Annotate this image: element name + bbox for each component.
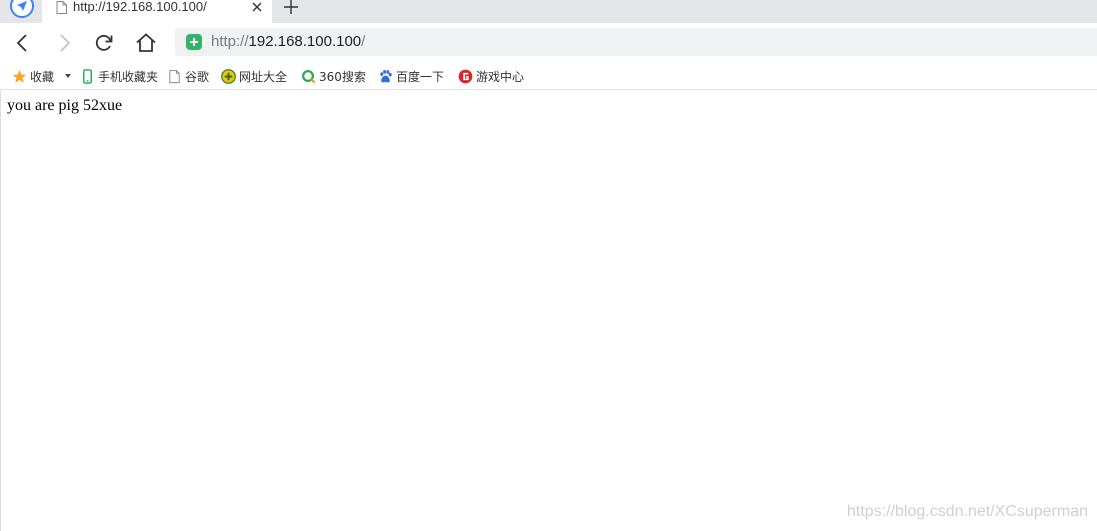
new-tab-plus-icon[interactable]	[284, 0, 298, 14]
bookmark-label: 游戏中心	[476, 69, 525, 84]
360-search-icon	[302, 69, 316, 83]
close-icon[interactable]	[251, 1, 263, 13]
forward-arrow-icon[interactable]	[52, 31, 76, 55]
tab-title: http://192.168.100.100/	[73, 0, 207, 14]
hao-icon	[221, 68, 236, 84]
home-icon[interactable]	[134, 31, 158, 55]
baidu-paw-icon	[380, 69, 392, 82]
bookmark-favorites[interactable]: 收藏	[12, 67, 54, 85]
bookmark-360-search[interactable]: 360搜索	[301, 67, 366, 85]
chevron-down-icon[interactable]	[65, 74, 71, 78]
bookmark-hao123[interactable]: 网址大全	[221, 67, 287, 85]
bookmark-baidu[interactable]: 百度一下	[378, 67, 444, 85]
tab-strip: http://192.168.100.100/	[0, 0, 1097, 23]
reload-icon[interactable]	[92, 31, 116, 55]
page-icon	[56, 1, 67, 14]
bookmark-google[interactable]: 谷歌	[167, 67, 209, 85]
bookmark-mobile-favorites[interactable]: 手机收藏夹	[80, 67, 158, 85]
navigation-toolbar: http://192.168.100.100/	[0, 23, 1097, 62]
page-icon	[169, 69, 180, 83]
browser-logo-icon[interactable]	[10, 0, 34, 18]
game-center-icon	[458, 69, 473, 83]
bookmark-label: 360搜索	[319, 69, 366, 84]
shield-plus-icon[interactable]	[186, 34, 202, 50]
url-host: 192.168.100.100	[248, 33, 362, 50]
tab-active[interactable]: http://192.168.100.100/	[42, 0, 272, 23]
address-bar[interactable]: http://192.168.100.100/	[175, 28, 1097, 56]
bookmark-label: 百度一下	[396, 69, 445, 84]
url-text[interactable]: http://192.168.100.100/	[211, 33, 365, 50]
star-icon	[12, 69, 27, 83]
bookmark-label: 收藏	[30, 69, 55, 84]
bookmark-label: 谷歌	[185, 69, 210, 84]
watermark: https://blog.csdn.net/XCsuperman	[846, 503, 1088, 520]
page-content: you are pig 52xue https://blog.csdn.net/…	[0, 91, 1097, 531]
phone-icon	[83, 68, 92, 84]
url-path: /	[361, 33, 366, 50]
back-arrow-icon[interactable]	[11, 31, 35, 55]
url-scheme: http://	[211, 33, 249, 50]
bookmarks-bar: 收藏 手机收藏夹 谷歌 网址大全 360搜索 百度一下 游戏中心	[0, 62, 1097, 90]
page-body-text: you are pig 52xue	[7, 97, 123, 114]
bookmark-game-center[interactable]: 游戏中心	[458, 67, 524, 85]
bookmark-label: 网址大全	[239, 69, 288, 84]
bookmark-label: 手机收藏夹	[98, 69, 159, 84]
